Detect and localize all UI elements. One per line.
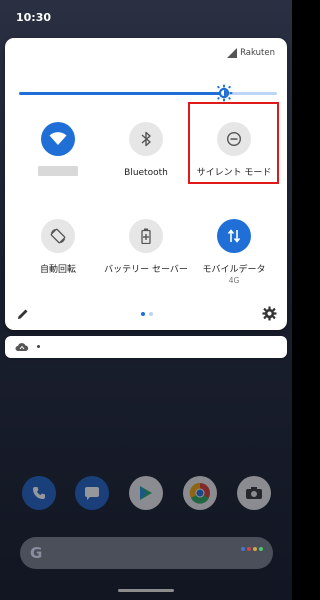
highlight-annotation-box (188, 102, 279, 184)
carrier-name: Rakuten (240, 48, 275, 58)
tile-wifi[interactable] (13, 122, 103, 176)
bluetooth-icon (141, 131, 151, 147)
battery-saver-tile-button[interactable] (129, 219, 163, 253)
tile-auto-rotate[interactable]: 自動回転 (13, 219, 103, 276)
edit-pencil-icon[interactable] (16, 307, 30, 321)
play-store-app-icon[interactable] (129, 476, 163, 510)
notification-strip[interactable] (5, 336, 287, 358)
message-icon (85, 487, 99, 500)
messages-app-icon[interactable] (75, 476, 109, 510)
wifi-network-name-redacted (38, 166, 78, 176)
mobile-data-icon (227, 229, 241, 243)
autorotate-tile-button[interactable] (41, 219, 75, 253)
wifi-icon (49, 132, 67, 145)
wifi-tile-button[interactable] (41, 122, 75, 156)
tile-bluetooth[interactable]: Bluetooth (101, 122, 191, 179)
mobile-data-label: モバイルデータ (202, 265, 266, 275)
autorotate-label: 自動回転 (39, 265, 76, 275)
carrier-info: Rakuten (227, 48, 275, 58)
google-search-bar[interactable]: G (20, 537, 273, 569)
settings-gear-icon[interactable] (262, 306, 277, 321)
quick-settings-panel: Rakuten Bluetooth サイレント モード 自動回転 バッテリー セ… (5, 38, 287, 330)
camera-icon (246, 487, 262, 499)
phone-icon (33, 487, 45, 499)
status-bar: 10:30 (0, 0, 292, 34)
chrome-icon (189, 482, 210, 504)
page-dot-active (141, 312, 145, 316)
mobile-data-tile-button[interactable] (217, 219, 251, 253)
brightness-thumb-icon[interactable] (215, 84, 233, 102)
page-dot (149, 312, 153, 316)
phone-app-icon[interactable] (22, 476, 56, 510)
mobile-data-network-type: 4G (228, 276, 240, 285)
tile-battery-saver[interactable]: バッテリー セーバー (101, 219, 191, 276)
google-logo-icon: G (30, 544, 43, 562)
camera-app-icon[interactable] (237, 476, 271, 510)
page-indicator (141, 312, 153, 316)
chrome-app-icon[interactable] (183, 476, 217, 510)
tile-mobile-data[interactable]: モバイルデータ 4G (189, 219, 279, 286)
bluetooth-tile-button[interactable] (129, 122, 163, 156)
status-time: 10:30 (16, 11, 52, 24)
rotate-icon (50, 228, 66, 244)
notification-separator-dot (37, 345, 40, 348)
battery-saver-label: バッテリー セーバー (104, 265, 188, 275)
bluetooth-label: Bluetooth (124, 168, 168, 178)
cloud-sync-icon (15, 343, 29, 351)
google-assistant-icon[interactable] (241, 547, 263, 551)
gesture-navigation-pill[interactable] (118, 589, 174, 592)
brightness-slider[interactable] (19, 84, 277, 102)
battery-saver-icon (141, 228, 151, 244)
signal-icon (227, 48, 238, 58)
play-store-icon (140, 486, 152, 500)
brightness-track-filled (19, 92, 224, 95)
